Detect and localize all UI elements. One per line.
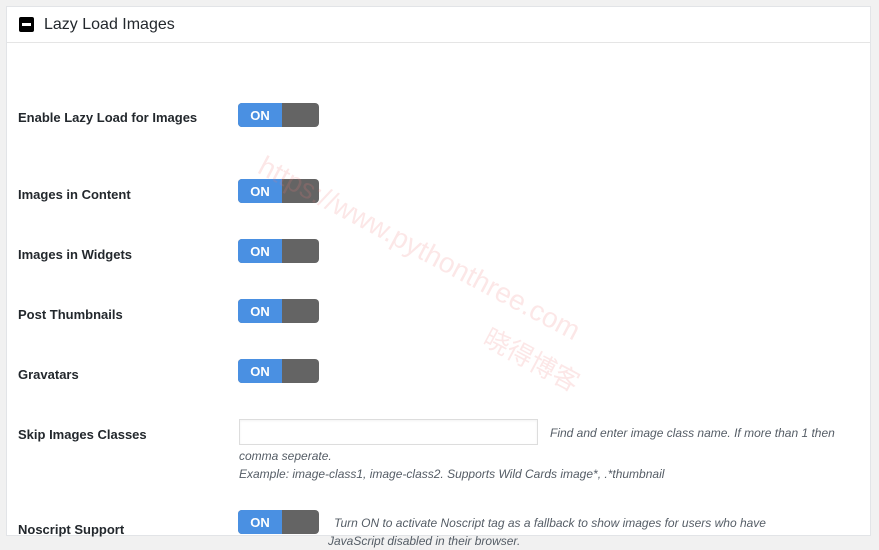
noscript-toggle[interactable]: ON xyxy=(238,510,319,534)
setting-label: Gravatars xyxy=(18,367,79,382)
setting-label: Images in Widgets xyxy=(18,247,133,262)
toggle-state: ON xyxy=(238,179,282,203)
panel-header[interactable]: Lazy Load Images xyxy=(7,7,870,43)
setting-label: Skip Images Classes xyxy=(18,427,147,442)
skip-classes-input[interactable] xyxy=(239,419,538,445)
toggle-state: ON xyxy=(238,103,282,127)
noscript-help: Turn ON to activate Noscript tag as a fa… xyxy=(334,516,766,530)
enable-lazy-load-toggle[interactable]: ON xyxy=(238,103,319,127)
post-thumbnails-toggle[interactable]: ON xyxy=(238,299,319,323)
skip-classes-example: Example: image-class1, image-class2. Sup… xyxy=(239,467,665,481)
toggle-state: ON xyxy=(238,359,282,383)
images-in-widgets-toggle[interactable]: ON xyxy=(238,239,319,263)
panel-title: Lazy Load Images xyxy=(44,15,175,33)
toggle-state: ON xyxy=(238,510,282,534)
gravatars-toggle[interactable]: ON xyxy=(238,359,319,383)
toggle-state: ON xyxy=(238,239,282,263)
skip-classes-help: Find and enter image class name. If more… xyxy=(550,426,835,440)
skip-classes-help-continued: comma seperate. xyxy=(239,449,332,463)
toggle-state: ON xyxy=(238,299,282,323)
images-in-content-toggle[interactable]: ON xyxy=(238,179,319,203)
setting-label: Images in Content xyxy=(18,187,131,202)
lazy-load-panel: Lazy Load Images Enable Lazy Load for Im… xyxy=(6,6,871,548)
minus-square-icon[interactable] xyxy=(19,17,34,32)
noscript-help-continued: JavaScript disabled in their browser. xyxy=(328,534,521,548)
setting-label: Enable Lazy Load for Images xyxy=(18,110,198,125)
setting-label: Noscript Support xyxy=(18,522,125,537)
setting-label: Post Thumbnails xyxy=(18,307,123,322)
